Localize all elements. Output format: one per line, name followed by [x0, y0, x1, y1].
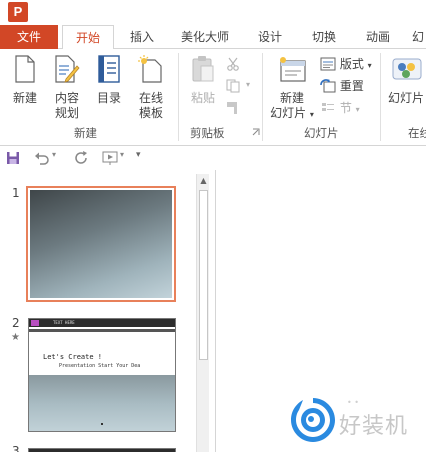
clipboard-launcher-icon[interactable]	[252, 128, 260, 136]
slide-number: 3	[12, 444, 20, 452]
tab-animations[interactable]: 动画	[362, 25, 394, 49]
cut-icon[interactable]	[226, 57, 240, 71]
slide-editing-area[interactable]: 好装机 • •	[217, 170, 426, 452]
slide-2-stripe	[29, 329, 175, 332]
ribbon-home: 新建 内容 规划 目录 在线 模板 新建 粘贴 ▾ 剪贴板 新建 幻灯片 ▾ 版…	[0, 49, 426, 146]
paste-label: 粘贴	[190, 91, 215, 105]
slide-2-title: Let's Create !	[43, 353, 103, 361]
online-template-label-2: 模板	[138, 106, 163, 120]
content-plan-button[interactable]: 内容 规划	[50, 55, 84, 121]
online-template-label-1: 在线	[138, 91, 163, 105]
slideshow-dropdown-icon[interactable]: ▾	[120, 150, 124, 159]
slide-thumbnail-3[interactable]	[28, 448, 176, 452]
new-slide-label-2: 幻灯片 ▾	[270, 106, 314, 120]
copy-icon[interactable]	[226, 79, 242, 93]
group-divider	[380, 53, 381, 141]
content-plan-label-2: 规划	[54, 106, 79, 120]
group-label-new: 新建	[74, 126, 97, 140]
pane-scrollbar[interactable]: ▲	[196, 174, 209, 452]
reset-icon	[320, 79, 336, 93]
tab-beautify-master[interactable]: 美化大师	[178, 25, 232, 49]
section-dropdown-icon: ▾	[355, 105, 360, 114]
redo-icon[interactable]	[74, 151, 88, 165]
undo-icon[interactable]	[34, 151, 50, 165]
reset-button[interactable]: 重置	[320, 77, 364, 95]
group-divider	[178, 53, 179, 141]
section-icon	[322, 103, 334, 111]
scroll-up-icon[interactable]: ▲	[197, 174, 210, 188]
group-divider	[262, 53, 263, 141]
slide-number: 2	[12, 316, 20, 330]
tab-design[interactable]: 设计	[254, 25, 286, 49]
slide-2-header-text: TEXT HERE	[53, 320, 75, 325]
new-button-label: 新建	[12, 91, 37, 105]
layout-icon	[320, 57, 336, 71]
slide-theme-label: 幻灯片	[388, 91, 425, 105]
watermark-dots-icon: • •	[347, 398, 359, 407]
group-label-online: 在线	[408, 126, 426, 140]
format-painter-icon[interactable]	[226, 101, 242, 115]
slideshow-from-start-icon[interactable]	[102, 151, 120, 165]
new-document-icon	[15, 55, 35, 83]
scroll-thumb[interactable]	[199, 190, 208, 360]
slide-2-header-accent	[31, 320, 39, 326]
content-plan-label-1: 内容	[54, 91, 79, 105]
tab-transitions[interactable]: 切换	[308, 25, 340, 49]
layout-dropdown-icon: ▾	[367, 61, 372, 70]
ribbon-tab-row: 文件 开始 插入 美化大师 设计 切换 动画 幻	[0, 25, 426, 50]
tab-slideshow[interactable]: 幻	[412, 25, 426, 49]
customize-qat-icon[interactable]: ▾	[136, 150, 141, 160]
new-button[interactable]: 新建	[8, 55, 42, 106]
slide-2-header-bar	[29, 319, 175, 327]
slide-thumbnail-pane: 1 2 ★ TEXT HERE Let's Create ! Presentat…	[0, 170, 216, 452]
slide-2-dot	[101, 423, 103, 425]
watermark-logo-icon	[291, 398, 335, 442]
slide-1-background	[30, 190, 172, 298]
slide-number: 1	[12, 186, 20, 200]
powerpoint-app-icon: P	[8, 2, 28, 22]
slide-thumbnail-1[interactable]	[26, 186, 176, 302]
new-slide-label-1: 新建	[279, 91, 304, 105]
slide-2-subtitle: Presentation Start Your Dea	[59, 363, 141, 369]
layout-button[interactable]: 版式 ▾	[320, 55, 372, 73]
slide-theme-button[interactable]: 幻灯片	[388, 55, 426, 106]
tab-insert[interactable]: 插入	[126, 25, 158, 49]
watermark-text: 好装机	[339, 414, 409, 439]
content-plan-icon	[55, 55, 80, 83]
toc-button[interactable]: 目录	[92, 55, 126, 106]
tab-file[interactable]: 文件	[0, 25, 58, 49]
save-icon[interactable]	[6, 151, 20, 165]
undo-dropdown-icon[interactable]: ▾	[52, 150, 56, 159]
new-slide-button[interactable]: 新建 幻灯片 ▾	[268, 55, 316, 122]
new-slide-icon	[280, 57, 306, 82]
group-label-slides: 幻灯片	[304, 126, 339, 140]
section-button[interactable]: 节 ▾	[320, 99, 360, 117]
theme-icon	[392, 58, 422, 80]
title-bar: P	[0, 0, 426, 25]
tab-home[interactable]: 开始	[62, 25, 114, 50]
slide-thumbnail-2[interactable]: TEXT HERE Let's Create ! Presentation St…	[28, 318, 176, 432]
paste-button[interactable]: 粘贴	[186, 55, 220, 106]
online-template-icon	[138, 55, 162, 83]
table-of-contents-icon	[98, 55, 120, 83]
copy-dropdown-icon[interactable]: ▾	[246, 80, 250, 89]
paste-icon	[192, 56, 214, 82]
toc-button-label: 目录	[96, 91, 121, 105]
animation-star-icon: ★	[11, 332, 20, 343]
online-template-button[interactable]: 在线 模板	[134, 55, 168, 121]
group-label-clipboard: 剪贴板	[190, 126, 225, 140]
quick-access-toolbar: ▾ ▾ ▾	[0, 147, 426, 169]
